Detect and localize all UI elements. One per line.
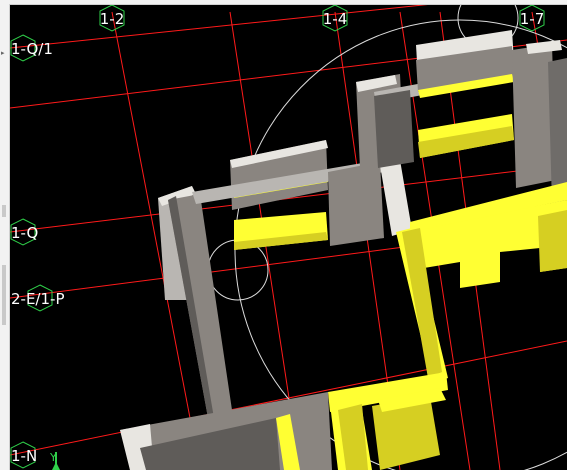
grid-bubble-2-e[interactable]: 2-E/1-P: [11, 284, 65, 312]
3d-model-viewport[interactable]: 1-2 1-4 1-7 1-Q/1 1-Q 2-E/1-P 1-N Y: [10, 5, 567, 470]
splitter-handle[interactable]: [2, 205, 6, 217]
grid-bubbles-top[interactable]: 1-2 1-4 1-7: [99, 5, 545, 32]
model-canvas[interactable]: 1-2 1-4 1-7 1-Q/1 1-Q 2-E/1-P 1-N Y: [10, 5, 567, 470]
app-window: ▸ 1-2 1-4 1-7 1-Q/1 1-Q 2-E/1-P 1-N Y: [0, 0, 567, 470]
ucs-axis-icon: Y: [49, 451, 60, 470]
scrollbar-thumb[interactable]: [2, 265, 6, 325]
left-panel-edge[interactable]: ▸: [0, 0, 10, 470]
grid-label-left-1-q: 1-Q: [11, 224, 38, 242]
collapse-arrow-icon[interactable]: ▸: [1, 50, 7, 57]
grid-bubble-1-2[interactable]: 1-2: [99, 5, 125, 32]
grid-label-left-1-q1: 1-Q/1: [11, 40, 53, 58]
grid-label-top-1-7: 1-7: [520, 10, 545, 28]
grid-label-top-1-4: 1-4: [323, 10, 348, 28]
grid-bubble-1-q[interactable]: 1-Q: [10, 218, 38, 246]
grid-bubble-1-q1[interactable]: 1-Q/1: [10, 34, 53, 62]
grid-label-left-2-e: 2-E/1-P: [11, 290, 65, 308]
grid-bubble-1-n[interactable]: 1-N: [10, 441, 37, 469]
grid-label-top-1-2: 1-2: [100, 10, 125, 28]
ucs-axis-label: Y: [49, 451, 57, 464]
column-white[interactable]: [380, 160, 412, 236]
grid-bubble-1-7[interactable]: 1-7: [519, 5, 545, 32]
grid-bubble-1-4[interactable]: 1-4: [322, 5, 348, 32]
grid-label-left-1-n: 1-N: [11, 447, 37, 465]
grid-bubbles-left[interactable]: 1-Q/1 1-Q 2-E/1-P 1-N: [10, 34, 65, 469]
